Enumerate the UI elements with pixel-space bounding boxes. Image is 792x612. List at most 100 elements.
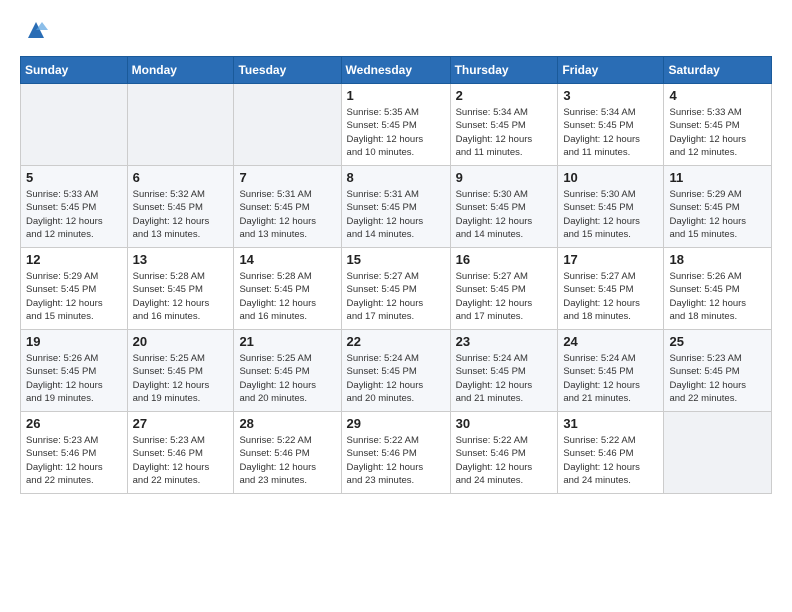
day-cell-11: 11Sunrise: 5:29 AM Sunset: 5:45 PM Dayli… [664, 166, 772, 248]
day-cell-24: 24 Sunrise: 5:24 AM Sunset: 5:45 PM Dayli… [558, 330, 664, 412]
day-info: Sunrise: 5:25 AM Sunset: 5:45 PM Dayligh… [133, 352, 229, 405]
day-number: 16 [456, 252, 553, 267]
day-info: Sunrise: 5:24 AM Sunset: 5:45 PM Dayligh… [456, 352, 553, 405]
day-cell-22: 22 Sunrise: 5:24 AM Sunset: 5:45 PM Dayli… [341, 330, 450, 412]
day-info: Sunrise: 5:34 AM Sunset: 5:45 PM Dayligh… [563, 106, 658, 159]
day-info: Sunrise: 5:26 AM Sunset: 5:45 PM Dayligh… [26, 352, 122, 405]
day-cell-30: 30 Sunrise: 5:22 AM Sunset: 5:46 PM Dayli… [450, 412, 558, 494]
day-number: 15 [347, 252, 445, 267]
day-info: Sunrise: 5:30 AM Sunset: 5:45 PM Dayligh… [456, 188, 553, 241]
weekday-header-sunday: Sunday [21, 57, 128, 84]
logo-icon [22, 16, 50, 44]
day-info: Sunrise: 5:22 AM Sunset: 5:46 PM Dayligh… [563, 434, 658, 487]
day-cell-8: 8 Sunrise: 5:31 AM Sunset: 5:45 PM Daylig… [341, 166, 450, 248]
day-number: 26 [26, 416, 122, 431]
day-number: 19 [26, 334, 122, 349]
day-cell-7: 7 Sunrise: 5:31 AM Sunset: 5:45 PM Daylig… [234, 166, 341, 248]
weekday-header-wednesday: Wednesday [341, 57, 450, 84]
day-number: 24 [563, 334, 658, 349]
day-cell-28: 28Sunrise: 5:22 AM Sunset: 5:46 PM Dayli… [234, 412, 341, 494]
day-info: Sunrise: 5:25 AM Sunset: 5:45 PM Dayligh… [239, 352, 335, 405]
day-cell-21: 21Sunrise: 5:25 AM Sunset: 5:45 PM Dayli… [234, 330, 341, 412]
day-number: 10 [563, 170, 658, 185]
day-info: Sunrise: 5:28 AM Sunset: 5:45 PM Dayligh… [239, 270, 335, 323]
calendar-table: SundayMondayTuesdayWednesdayThursdayFrid… [20, 56, 772, 494]
day-info: Sunrise: 5:29 AM Sunset: 5:45 PM Dayligh… [669, 188, 766, 241]
day-info: Sunrise: 5:31 AM Sunset: 5:45 PM Dayligh… [347, 188, 445, 241]
day-info: Sunrise: 5:23 AM Sunset: 5:46 PM Dayligh… [133, 434, 229, 487]
day-number: 18 [669, 252, 766, 267]
day-info: Sunrise: 5:34 AM Sunset: 5:45 PM Dayligh… [456, 106, 553, 159]
day-number: 9 [456, 170, 553, 185]
page: SundayMondayTuesdayWednesdayThursdayFrid… [0, 0, 792, 510]
weekday-header-friday: Friday [558, 57, 664, 84]
day-info: Sunrise: 5:24 AM Sunset: 5:45 PM Dayligh… [563, 352, 658, 405]
day-cell-12: 12 Sunrise: 5:29 AM Sunset: 5:45 PM Dayli… [21, 248, 128, 330]
day-number: 12 [26, 252, 122, 267]
day-number: 4 [669, 88, 766, 103]
header [20, 16, 772, 44]
day-number: 29 [347, 416, 445, 431]
day-number: 8 [347, 170, 445, 185]
day-cell-31: 31 Sunrise: 5:22 AM Sunset: 5:46 PM Dayli… [558, 412, 664, 494]
empty-cell [234, 84, 341, 166]
weekday-header-tuesday: Tuesday [234, 57, 341, 84]
day-info: Sunrise: 5:22 AM Sunset: 5:46 PM Dayligh… [456, 434, 553, 487]
week-row-4: 19 Sunrise: 5:26 AM Sunset: 5:45 PM Dayli… [21, 330, 772, 412]
day-number: 22 [347, 334, 445, 349]
day-cell-1: 1 Sunrise: 5:35 AM Sunset: 5:45 PM Daylig… [341, 84, 450, 166]
day-cell-29: 29 Sunrise: 5:22 AM Sunset: 5:46 PM Dayli… [341, 412, 450, 494]
day-info: Sunrise: 5:28 AM Sunset: 5:45 PM Dayligh… [133, 270, 229, 323]
day-number: 6 [133, 170, 229, 185]
day-info: Sunrise: 5:31 AM Sunset: 5:45 PM Dayligh… [239, 188, 335, 241]
day-number: 1 [347, 88, 445, 103]
day-info: Sunrise: 5:27 AM Sunset: 5:45 PM Dayligh… [456, 270, 553, 323]
day-info: Sunrise: 5:33 AM Sunset: 5:45 PM Dayligh… [669, 106, 766, 159]
day-cell-3: 3Sunrise: 5:34 AM Sunset: 5:45 PM Daylig… [558, 84, 664, 166]
day-cell-18: 18Sunrise: 5:26 AM Sunset: 5:45 PM Dayli… [664, 248, 772, 330]
day-cell-17: 17Sunrise: 5:27 AM Sunset: 5:45 PM Dayli… [558, 248, 664, 330]
empty-cell [21, 84, 128, 166]
day-number: 14 [239, 252, 335, 267]
day-number: 13 [133, 252, 229, 267]
day-info: Sunrise: 5:30 AM Sunset: 5:45 PM Dayligh… [563, 188, 658, 241]
day-cell-13: 13 Sunrise: 5:28 AM Sunset: 5:45 PM Dayli… [127, 248, 234, 330]
day-number: 23 [456, 334, 553, 349]
day-number: 27 [133, 416, 229, 431]
day-number: 7 [239, 170, 335, 185]
day-cell-14: 14 Sunrise: 5:28 AM Sunset: 5:45 PM Dayli… [234, 248, 341, 330]
day-cell-23: 23 Sunrise: 5:24 AM Sunset: 5:45 PM Dayli… [450, 330, 558, 412]
day-cell-5: 5 Sunrise: 5:33 AM Sunset: 5:45 PM Daylig… [21, 166, 128, 248]
day-info: Sunrise: 5:27 AM Sunset: 5:45 PM Dayligh… [563, 270, 658, 323]
day-cell-19: 19 Sunrise: 5:26 AM Sunset: 5:45 PM Dayli… [21, 330, 128, 412]
day-number: 31 [563, 416, 658, 431]
week-row-2: 5 Sunrise: 5:33 AM Sunset: 5:45 PM Daylig… [21, 166, 772, 248]
day-cell-9: 9 Sunrise: 5:30 AM Sunset: 5:45 PM Daylig… [450, 166, 558, 248]
day-info: Sunrise: 5:22 AM Sunset: 5:46 PM Dayligh… [239, 434, 335, 487]
day-cell-2: 2 Sunrise: 5:34 AM Sunset: 5:45 PM Daylig… [450, 84, 558, 166]
day-cell-15: 15Sunrise: 5:27 AM Sunset: 5:45 PM Dayli… [341, 248, 450, 330]
day-info: Sunrise: 5:32 AM Sunset: 5:45 PM Dayligh… [133, 188, 229, 241]
week-row-3: 12 Sunrise: 5:29 AM Sunset: 5:45 PM Dayli… [21, 248, 772, 330]
day-cell-26: 26 Sunrise: 5:23 AM Sunset: 5:46 PM Dayli… [21, 412, 128, 494]
day-info: Sunrise: 5:29 AM Sunset: 5:45 PM Dayligh… [26, 270, 122, 323]
day-cell-6: 6 Sunrise: 5:32 AM Sunset: 5:45 PM Daylig… [127, 166, 234, 248]
day-number: 2 [456, 88, 553, 103]
day-cell-25: 25Sunrise: 5:23 AM Sunset: 5:45 PM Dayli… [664, 330, 772, 412]
day-info: Sunrise: 5:22 AM Sunset: 5:46 PM Dayligh… [347, 434, 445, 487]
week-row-5: 26 Sunrise: 5:23 AM Sunset: 5:46 PM Dayli… [21, 412, 772, 494]
day-info: Sunrise: 5:23 AM Sunset: 5:46 PM Dayligh… [26, 434, 122, 487]
weekday-header-thursday: Thursday [450, 57, 558, 84]
day-number: 20 [133, 334, 229, 349]
day-cell-27: 27 Sunrise: 5:23 AM Sunset: 5:46 PM Dayli… [127, 412, 234, 494]
weekday-header-row: SundayMondayTuesdayWednesdayThursdayFrid… [21, 57, 772, 84]
empty-cell [127, 84, 234, 166]
day-info: Sunrise: 5:33 AM Sunset: 5:45 PM Dayligh… [26, 188, 122, 241]
day-cell-4: 4 Sunrise: 5:33 AM Sunset: 5:45 PM Daylig… [664, 84, 772, 166]
empty-cell [664, 412, 772, 494]
day-info: Sunrise: 5:35 AM Sunset: 5:45 PM Dayligh… [347, 106, 445, 159]
week-row-1: 1 Sunrise: 5:35 AM Sunset: 5:45 PM Daylig… [21, 84, 772, 166]
day-number: 30 [456, 416, 553, 431]
day-number: 5 [26, 170, 122, 185]
day-info: Sunrise: 5:24 AM Sunset: 5:45 PM Dayligh… [347, 352, 445, 405]
